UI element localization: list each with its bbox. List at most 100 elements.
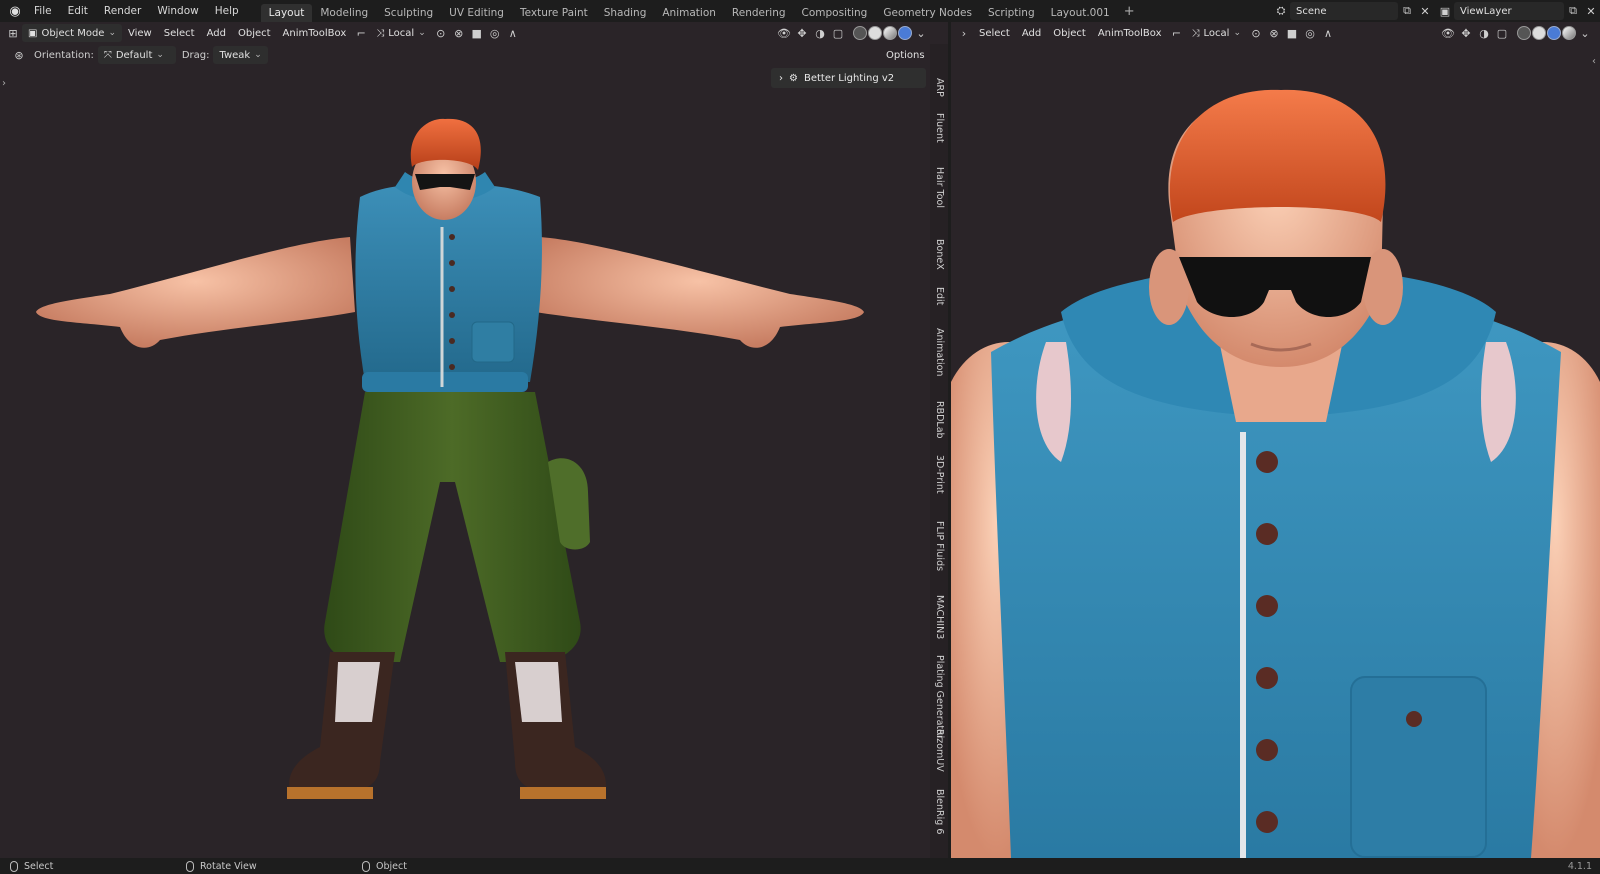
tab-modeling[interactable]: Modeling — [312, 4, 376, 22]
viewport-menu-view[interactable]: View — [122, 24, 158, 42]
vest-waistband — [362, 372, 528, 392]
proportional-edit-icon[interactable]: ◎ — [1301, 24, 1319, 42]
options-dropdown[interactable]: Options — [886, 46, 936, 64]
sidebar-tab-flip-fluids[interactable]: FLIP Fluids — [930, 521, 948, 571]
status-select-label: Select — [24, 860, 54, 872]
visibility-icon[interactable]: 👁 — [1439, 24, 1457, 42]
sidebar-tab-machin3[interactable]: MACHIN3 — [930, 595, 948, 639]
viewport-menu-select[interactable]: Select — [158, 24, 201, 42]
material-shading-icon[interactable] — [883, 26, 897, 40]
left-viewport-menus: View Select Add Object AnimToolBox — [122, 24, 352, 42]
blender-logo-icon[interactable]: ◉ — [4, 0, 26, 22]
tab-scripting[interactable]: Scripting — [980, 4, 1043, 22]
menu-file[interactable]: File — [26, 0, 60, 22]
sidebar-tab-plating-generator[interactable]: Plating Generator — [930, 655, 948, 739]
wireframe-shading-icon[interactable] — [1517, 26, 1531, 40]
shading-options-icon[interactable]: ⌄ — [1576, 24, 1594, 42]
new-view-layer-icon[interactable]: ⧉ — [1564, 2, 1582, 20]
right-3d-viewport[interactable]: › SelectAddObjectAnimToolBox ⌐ ⤨Local ⊙ … — [951, 22, 1600, 858]
tab-layout-001[interactable]: Layout.001 — [1043, 4, 1118, 22]
rendered-shading-icon[interactable] — [1562, 26, 1576, 40]
overlay-icon[interactable]: ◑ — [811, 24, 829, 42]
snap-icon[interactable]: ⊗ — [1265, 24, 1283, 42]
gizmo-icon[interactable]: ✥ — [1457, 24, 1475, 42]
right-viewport-header: › SelectAddObjectAnimToolBox ⌐ ⤨Local ⊙ … — [951, 22, 1600, 44]
orientation-setting-dropdown[interactable]: ⤧ Default — [97, 46, 176, 64]
sidebar-tab-bonex[interactable]: BoneX — [930, 239, 948, 270]
tab-compositing[interactable]: Compositing — [794, 4, 876, 22]
toolbar-expand-icon[interactable]: › — [2, 78, 6, 89]
gizmo-icon[interactable]: ✥ — [793, 24, 811, 42]
menu-help[interactable]: Help — [207, 0, 247, 22]
proportional-edit-icon[interactable]: ◎ — [486, 24, 504, 42]
viewport-menu-animtoolbox[interactable]: AnimToolBox — [277, 24, 353, 42]
sidebar-tab-fluent[interactable]: Fluent — [930, 113, 948, 143]
xray-icon[interactable]: ▢ — [829, 24, 847, 42]
transform-orientation-dropdown[interactable]: ⤨ Local — [1186, 24, 1247, 42]
tab-sculpting[interactable]: Sculpting — [376, 4, 441, 22]
viewport-menu-object[interactable]: Object — [1047, 24, 1092, 42]
solid-shading-icon[interactable] — [868, 26, 882, 40]
pivot-icon[interactable]: ⊙ — [1247, 24, 1265, 42]
sidebar-tab-hair-tool[interactable]: Hair Tool — [930, 167, 948, 208]
tab-geometry-nodes[interactable]: Geometry Nodes — [875, 4, 980, 22]
left-viewport-header: ⊞ ▣Object Mode ViewSelectAddObjectAnimTo… — [0, 22, 948, 44]
delete-view-layer-icon[interactable]: ✕ — [1582, 2, 1600, 20]
keying-icon[interactable]: ⌐ — [352, 24, 370, 42]
delete-scene-icon[interactable]: ✕ — [1416, 2, 1434, 20]
falloff-icon[interactable]: ∧ — [504, 24, 522, 42]
right-viewport-menus: Select Add Object AnimToolBox — [973, 24, 1168, 42]
view-layer-field[interactable]: ViewLayer — [1454, 2, 1564, 20]
view-layer-selector[interactable]: ▣ ViewLayer ⧉ ✕ — [1436, 2, 1600, 20]
rendered-shading-icon[interactable] — [898, 26, 912, 40]
tool-icon[interactable]: ⊛ — [10, 46, 28, 64]
pivot-icon[interactable]: ⊙ — [432, 24, 450, 42]
toolbar-collapse-icon[interactable]: › — [955, 24, 973, 42]
overlay-icon[interactable]: ◑ — [1475, 24, 1493, 42]
tab-shading[interactable]: Shading — [596, 4, 655, 22]
left-3d-viewport[interactable]: ⊞ ▣Object Mode ViewSelectAddObjectAnimTo… — [0, 22, 948, 858]
solid-shading-icon[interactable] — [1532, 26, 1546, 40]
sidebar-tab-3d-print[interactable]: 3D-Print — [930, 455, 948, 494]
visibility-icon[interactable]: 👁 — [775, 24, 793, 42]
shading-options-icon[interactable]: ⌄ — [912, 24, 930, 42]
editor-type-icon[interactable]: ⊞ — [4, 24, 22, 42]
wireframe-shading-icon[interactable] — [853, 26, 867, 40]
sidebar-tab-rizomuv[interactable]: RizomUV — [930, 729, 948, 772]
tab-rendering[interactable]: Rendering — [724, 4, 794, 22]
mode-dropdown[interactable]: ▣ Object Mode — [22, 24, 122, 42]
tab-uv-editing[interactable]: UV Editing — [441, 4, 512, 22]
keying-icon[interactable]: ⌐ — [1168, 24, 1186, 42]
viewport-menu-add[interactable]: Add — [1016, 24, 1047, 42]
material-shading-icon[interactable] — [1547, 26, 1561, 40]
viewport-menu-animtoolbox[interactable]: AnimToolBox — [1092, 24, 1168, 42]
transform-orientation-dropdown[interactable]: ⤨ Local — [370, 24, 431, 42]
expand-chevron-icon[interactable]: › — [779, 73, 783, 84]
tab-texture-paint[interactable]: Texture Paint — [512, 4, 596, 22]
falloff-icon[interactable]: ∧ — [1319, 24, 1337, 42]
viewport-menu-object[interactable]: Object — [232, 24, 277, 42]
sidebar-tab-arp[interactable]: ARP — [930, 78, 948, 97]
menu-window[interactable]: Window — [149, 0, 206, 22]
menu-render[interactable]: Render — [96, 0, 149, 22]
sidebar-tab-rbdlab[interactable]: RBDLab — [930, 401, 948, 439]
snap-target-icon[interactable]: ■ — [468, 24, 486, 42]
xray-icon[interactable]: ▢ — [1493, 24, 1511, 42]
viewport-menu-select[interactable]: Select — [973, 24, 1016, 42]
new-scene-icon[interactable]: ⧉ — [1398, 2, 1416, 20]
menu-edit[interactable]: Edit — [60, 0, 96, 22]
tab-layout[interactable]: Layout — [260, 4, 313, 22]
drag-dropdown[interactable]: Tweak — [213, 46, 268, 64]
tab-animation[interactable]: Animation — [654, 4, 724, 22]
add-workspace-icon[interactable]: + — [1118, 4, 1141, 19]
sidebar-expand-icon[interactable]: ‹ — [1592, 56, 1596, 67]
better-lighting-panel[interactable]: › ⚙ Better Lighting v2 — [771, 68, 926, 88]
snap-target-icon[interactable]: ■ — [1283, 24, 1301, 42]
sidebar-tab-edit[interactable]: Edit — [930, 287, 948, 305]
sidebar-tab-animation[interactable]: Animation — [930, 328, 948, 376]
viewport-menu-add[interactable]: Add — [201, 24, 232, 42]
snap-icon[interactable]: ⊗ — [450, 24, 468, 42]
scene-name-field[interactable]: Scene — [1290, 2, 1398, 20]
scene-selector[interactable]: ⛭ Scene ⧉ ✕ — [1272, 2, 1434, 20]
sidebar-tab-blenrig-6[interactable]: BlenRig 6 — [930, 789, 948, 834]
